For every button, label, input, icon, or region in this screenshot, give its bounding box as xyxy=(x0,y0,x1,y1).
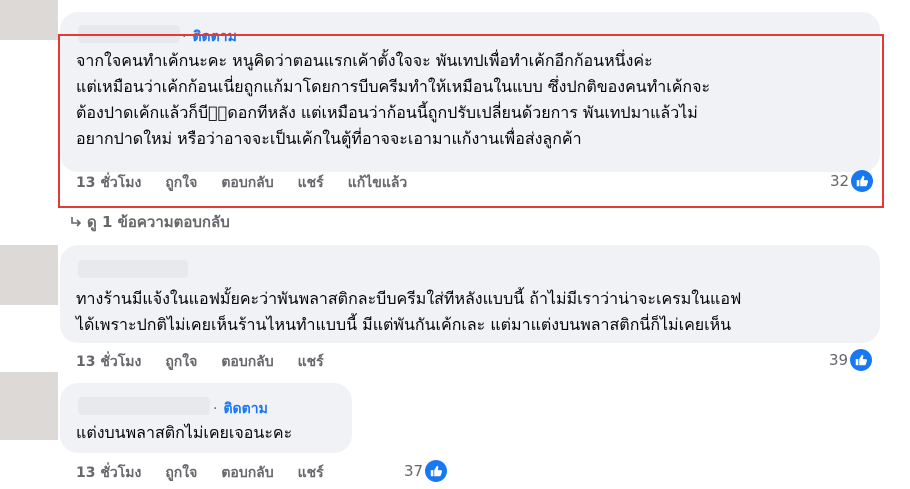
share-button[interactable]: แชร์ xyxy=(298,351,324,373)
follow-label[interactable]: ติดตาม xyxy=(223,401,267,417)
comment-actions: 13 ชั่วโมง ถูกใจ ตอบกลับ แชร์ xyxy=(76,462,348,484)
reply-arrow-icon xyxy=(71,213,82,231)
view-replies-link[interactable]: ดู 1 ข้อความตอบกลับ xyxy=(71,210,230,234)
comment-text: ทางร้านมีแจ้งในแอฟมั้ยคะว่าพันพลาสติกละบ… xyxy=(76,286,741,338)
avatar[interactable] xyxy=(0,372,58,440)
separator-dot: · xyxy=(213,401,218,417)
timestamp-link[interactable]: 13 ชั่วโมง xyxy=(76,351,141,373)
reaction-summary[interactable]: 39 xyxy=(829,349,873,371)
reply-button[interactable]: ตอบกลับ xyxy=(221,462,273,484)
reaction-count: 39 xyxy=(829,351,849,369)
comment-line: ทางร้านมีแจ้งในแอฟมั้ยคะว่าพันพลาสติกละบ… xyxy=(76,289,742,308)
comment-actions: 13 ชั่วโมง ถูกใจ ตอบกลับ แชร์ xyxy=(76,351,348,373)
avatar[interactable] xyxy=(0,0,58,40)
thumbs-up-icon xyxy=(425,460,448,482)
thumbs-up-icon xyxy=(850,349,873,371)
like-button[interactable]: ถูกใจ xyxy=(165,351,197,373)
reaction-summary[interactable]: 37 xyxy=(404,460,448,482)
timestamp-link[interactable]: 13 ชั่วโมง xyxy=(76,462,141,484)
highlight-box xyxy=(58,34,884,208)
commenter-name[interactable] xyxy=(78,260,188,278)
commenter-name[interactable] xyxy=(78,397,210,415)
like-button[interactable]: ถูกใจ xyxy=(165,462,197,484)
comment-line: แต่งบนพลาสติกไม่เคยเจอนะคะ xyxy=(76,423,293,442)
follow-link[interactable]: · ติดตาม xyxy=(213,398,268,420)
avatar[interactable] xyxy=(0,245,58,305)
reaction-count: 37 xyxy=(404,462,424,480)
view-replies-label[interactable]: ดู 1 ข้อความตอบกลับ xyxy=(87,213,230,231)
comment-line: ได้เพราะปกติไม่เคยเห็นร้านไหนทำแบบนี้ มี… xyxy=(76,315,732,334)
share-button[interactable]: แชร์ xyxy=(298,462,324,484)
comment-text: แต่งบนพลาสติกไม่เคยเจอนะคะ xyxy=(76,420,292,446)
reply-button[interactable]: ตอบกลับ xyxy=(221,351,273,373)
